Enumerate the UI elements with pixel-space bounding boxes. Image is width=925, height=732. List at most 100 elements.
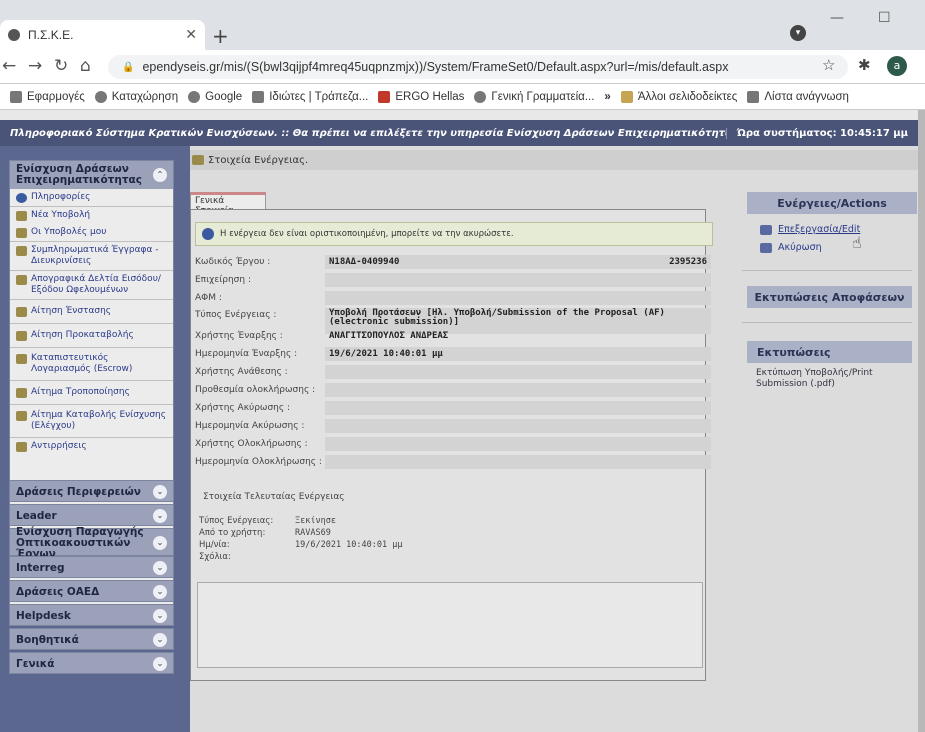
expand-icon[interactable]: ⌄ [153, 509, 167, 523]
field-deadline: Προθεσμία ολοκλήρωσης : [195, 382, 715, 398]
last-action-user: Από το χρήστη: RAVAS69 [199, 528, 331, 538]
browser-tab[interactable]: Π.Σ.Κ.Ε. ✕ [0, 20, 205, 50]
expand-icon[interactable]: ⌄ [153, 536, 167, 550]
sidebar-section-leader[interactable]: Leader ⌄ [9, 504, 174, 526]
new-tab-icon[interactable]: + [212, 24, 229, 48]
reload-icon[interactable]: ↻ [54, 56, 68, 76]
expand-icon[interactable]: ⌄ [153, 485, 167, 499]
decision-prints-header[interactable]: Εκτυπώσεις Αποφάσεων [747, 286, 912, 308]
browser-tab-title: Π.Σ.Κ.Ε. [28, 28, 74, 42]
prints-header: Εκτυπώσεις [747, 341, 912, 363]
sidebar-item-new-submission[interactable]: Νέα Υποβολή [10, 207, 173, 224]
chrome-account-icon[interactable]: ▾ [790, 25, 806, 41]
minimize-icon[interactable]: — [830, 10, 844, 26]
url-field[interactable]: 🔒 ependyseis.gr/mis/(S(bwl3qijpf4mreq45u… [108, 55, 848, 79]
cancel-link[interactable]: Ακύρωση [760, 242, 822, 253]
start-user-value: ΑΝΑΓΙΤΣΟΠΟΥΛΟΣ ΑΝΔΡΕΑΣ [329, 331, 449, 341]
expand-icon[interactable]: ⌄ [153, 561, 167, 575]
sidebar-section-oaed[interactable]: Δράσεις ΟΑΕΔ ⌄ [9, 580, 174, 602]
field-complete-user: Χρήστης Ολοκλήρωσης : [195, 436, 715, 452]
bookmark-bank[interactable]: Ιδιώτες | Τράπεζα... [252, 90, 368, 103]
folder-icon [16, 411, 27, 421]
reading-list[interactable]: Λίστα ανάγνωση [747, 90, 849, 103]
tab-general-info[interactable]: Γενικά Στοιχεία [190, 192, 266, 216]
sidebar-item-modification[interactable]: Αίτημα Τροποποίησης [10, 381, 173, 405]
sidebar-item-beneficiary-forms[interactable]: Απογραφικά Δελτία Εισόδου/ Εξόδου Ωφελου… [10, 271, 173, 300]
expand-icon[interactable]: ⌄ [153, 609, 167, 623]
sidebar-item-info[interactable]: Πληροφορίες [10, 189, 173, 207]
sidebar-section-interreg[interactable]: Interreg ⌄ [9, 556, 174, 578]
folder-icon [16, 307, 27, 317]
info-notice: Η ενέργεια δεν είναι οριστικοποιημένη, μ… [195, 222, 713, 246]
folder-icon [16, 354, 27, 364]
collapse-icon[interactable]: ⌃ [153, 168, 167, 182]
bookmark-other[interactable]: Άλλοι σελιδοδείκτες [620, 90, 737, 103]
bookmark-google[interactable]: Google [188, 90, 242, 103]
sidebar-section-regions[interactable]: Δράσεις Περιφερειών ⌄ [9, 480, 174, 502]
info-icon [16, 193, 27, 203]
edit-icon [760, 224, 772, 235]
bookmark-kataxorisi[interactable]: Καταχώρηση [94, 90, 178, 103]
info-message: Η ενέργεια δεν είναι οριστικοποιημένη, μ… [220, 229, 514, 239]
expand-icon[interactable]: ⌄ [153, 633, 167, 647]
sidebar-section-audiovisual[interactable]: Ενίσχυση Παραγωγής Οπτικοακουστικών Έργω… [9, 526, 174, 559]
comments-textarea[interactable] [197, 582, 703, 668]
bookmark-apps[interactable]: Εφαρμογές [10, 90, 85, 103]
field-assign-user: Χρήστης Ανάθεσης : [195, 364, 715, 380]
forward-icon[interactable]: → [28, 56, 42, 76]
sidebar-section-general[interactable]: Γενικά ⌄ [9, 652, 174, 674]
folder-icon [16, 442, 27, 452]
close-tab-icon[interactable]: ✕ [185, 27, 197, 43]
last-action-type: Τύπος Ενέργειας: Ξεκίνησε [199, 516, 336, 526]
field-company: Επιχείρηση : [195, 272, 715, 288]
start-date-value: 19/6/2021 10:40:01 μμ [329, 349, 443, 359]
back-icon[interactable]: ← [2, 56, 16, 76]
sidebar-item-objections[interactable]: Αντιρρήσεις [10, 438, 173, 455]
ergo-icon [378, 90, 391, 103]
last-action-date: Ημ/νία: 19/6/2021 10:40:01 μμ [199, 540, 403, 550]
maximize-icon[interactable]: ☐ [878, 10, 891, 26]
sidebar-item-payment-request[interactable]: Αίτημα Καταβολής Ενίσχυσης (Ελέγχου) [10, 405, 173, 438]
folder-icon [16, 275, 27, 285]
general-info-panel: Η ενέργεια δεν είναι οριστικοποιημένη, μ… [190, 209, 713, 681]
sidebar-item-advance-payment[interactable]: Αίτηση Προκαταβολής [10, 324, 173, 348]
profile-avatar[interactable]: a [887, 56, 907, 76]
field-project-code: Κωδικός Έργου : Ν18ΑΔ-0409940 2395236 [195, 254, 715, 270]
more-bookmarks-icon[interactable]: » [604, 91, 610, 103]
sidebar-item-supplementary-docs[interactable]: Συμπληρωματικά Έγγραφα - Διευκρινίσεις [10, 242, 173, 271]
extensions-puzzle-icon[interactable]: ✱ [858, 56, 871, 74]
apps-grid-icon [10, 90, 22, 103]
folder-icon [620, 90, 633, 103]
bookmarks-bar: Εφαρμογές Καταχώρηση Google Ιδιώτες | Τρ… [0, 84, 925, 110]
field-start-user: Χρήστης Έναρξης : ΑΝΑΓΙΤΣΟΠΟΥΛΟΣ ΑΝΔΡΕΑΣ [195, 331, 449, 341]
expand-icon[interactable]: ⌄ [153, 657, 167, 671]
info-icon [202, 228, 214, 240]
print-submission-link[interactable]: Εκτύπωση Υποβολής/Print Submission (.pdf… [756, 368, 873, 390]
field-complete-date: Ημερομηνία Ολοκλήρωσης : [195, 454, 715, 470]
bank-icon [252, 90, 265, 103]
field-cancel-date: Ημερομηνία Ακύρωσης : [195, 418, 715, 434]
bookmark-star-icon[interactable]: ☆ [822, 56, 835, 74]
sidebar-section-auxiliary[interactable]: Βοηθητικά ⌄ [9, 628, 174, 650]
cancel-icon [760, 242, 772, 253]
header-message: Πληροφοριακό Σύστημα Κρατικών Ενισχύσεων… [10, 127, 726, 139]
edit-link[interactable]: Επεξεργασία/Edit [760, 224, 860, 235]
sidebar-section-header[interactable]: Ενίσχυση Δράσεων Επιχειρηματικότητας ⌃ [10, 161, 173, 189]
sidebar-item-escrow[interactable]: Καταπιστευτικός Λογαριασμός (Escrow) [10, 348, 173, 381]
folder-icon [16, 228, 27, 238]
folder-icon [192, 155, 204, 165]
sidebar-item-objection-request[interactable]: Αίτηση Ένστασης [10, 300, 173, 324]
sidebar-item-my-submissions[interactable]: Οι Υποβολές μου [10, 224, 173, 242]
expand-icon[interactable]: ⌄ [153, 585, 167, 599]
url-text: ependyseis.gr/mis/(S(bwl3qijpf4mreq45uqp… [142, 60, 729, 74]
home-icon[interactable]: ⌂ [80, 56, 91, 76]
last-action-comments-label: Σχόλια: [199, 552, 231, 562]
address-bar-row: ← → ↻ ⌂ 🔒 ependyseis.gr/mis/(S(bwl3qijpf… [0, 50, 925, 84]
app-top-strip [0, 110, 925, 120]
globe-icon [94, 90, 107, 103]
bookmark-ergo[interactable]: ERGO Hellas [378, 90, 464, 103]
folder-icon [16, 211, 27, 221]
breadcrumb-label: Στοιχεία Ενέργειας. [208, 154, 309, 166]
bookmark-gen-gramm[interactable]: Γενική Γραμματεία... [474, 90, 594, 103]
sidebar-section-helpdesk[interactable]: Helpdesk ⌄ [9, 604, 174, 626]
